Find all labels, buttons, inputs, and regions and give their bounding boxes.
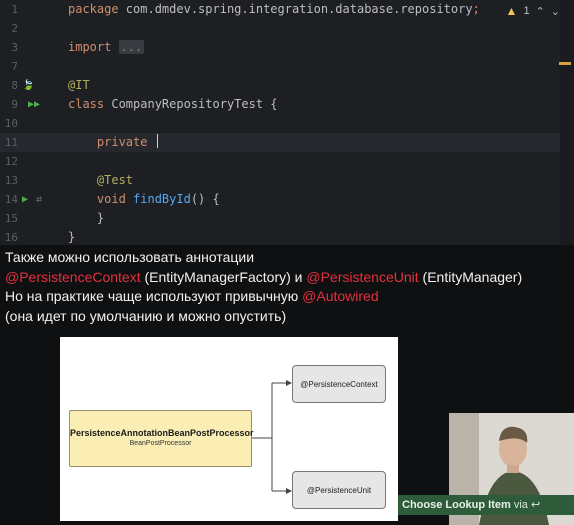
line-number[interactable]: 12 [0,152,18,171]
chevron-down-icon[interactable]: ⌄ [551,5,560,18]
line-number[interactable]: 10 [0,114,18,133]
code-token: findById [133,192,191,206]
code-editor[interactable]: 1 package com.dmdev.spring.integration.da… [0,0,574,245]
slide-line-3: Но на практике чаще используют привычную… [5,287,571,307]
warning-count: 1 [523,5,530,17]
enter-key-icon: ↩ [530,499,541,511]
code-line[interactable]: 15 } [0,209,560,228]
code-token: package [68,2,126,16]
code-text[interactable]: void findById() { [68,190,220,209]
code-token: ... [118,40,145,54]
line-number[interactable]: 11 [0,133,18,152]
code-line[interactable]: 2 [0,19,560,38]
text-caret [156,134,159,148]
code-text[interactable]: package com.dmdev.spring.integration.dat… [68,0,480,19]
code-text[interactable]: } [68,209,104,228]
code-token: } [68,230,76,244]
code-line[interactable]: 11 private [0,133,560,152]
bean-post-processor-box: PersistenceAnnotationBeanPostProcessor B… [69,410,254,467]
code-text[interactable]: class CompanyRepositoryTest { [68,95,278,114]
code-line[interactable]: 7 [0,57,560,76]
lookup-hint-text: via [510,499,531,511]
line-number[interactable]: 15 [0,209,18,228]
spring-bean-icon[interactable]: 🍃 [22,76,34,95]
navigate-icon[interactable]: ⇄ [36,190,42,209]
run-class-icon[interactable]: ▶▶ [28,95,40,114]
editor-scrollbar[interactable] [559,0,574,245]
run-test-icon[interactable]: ▶ [22,190,28,209]
code-line[interactable]: 9 class CompanyRepositoryTest { [0,95,560,114]
code-line[interactable]: 8 @IT [0,76,560,95]
slide-line-3-text: Но на практике чаще используют привычную [5,288,303,304]
autowired-annotation: @Autowired [302,288,379,304]
warning-stripe-marker[interactable] [559,62,571,65]
code-line[interactable]: 13 @Test [0,171,560,190]
inspection-widget[interactable]: ▲ 1 ⌃ ⌄ [506,4,560,18]
code-line[interactable]: 10 [0,114,560,133]
line-number[interactable]: 14 [0,190,18,209]
persistence-unit-annotation: @PersistenceUnit [306,268,419,285]
code-token: void [68,192,134,206]
slide-line-2-text-a: (EntityManagerFactory) и [140,268,307,285]
code-token: ; [472,2,480,16]
lookup-hint-bold: Choose Lookup Item [402,499,511,511]
code-token: () { [190,192,220,206]
persistence-context-box: @PersistenceContext [292,365,386,403]
code-token: CompanyRepositoryTest { [111,97,278,111]
code-text[interactable]: @Test [68,171,133,190]
code-token: @Test [68,173,134,187]
code-token: import [68,40,119,54]
code-token: @IT [68,78,90,92]
code-text[interactable]: import ... [68,38,145,57]
code-line[interactable]: 1 package com.dmdev.spring.integration.da… [0,0,560,19]
processor-title: PersistenceAnnotationBeanPostProcessor [70,428,254,438]
processor-diagram: PersistenceAnnotationBeanPostProcessor B… [60,337,398,521]
persistence-context-annotation: @PersistenceContext [5,268,141,285]
slide-line-2-text-b: (EntityManager) [418,268,523,285]
line-number[interactable]: 3 [0,38,18,57]
line-number[interactable]: 8 [0,76,18,95]
line-number[interactable]: 9 [0,95,18,114]
processor-subtitle: BeanPostProcessor [129,440,192,447]
slide-line-1: Также можно использовать аннотации [5,249,255,265]
chevron-up-icon[interactable]: ⌃ [536,5,545,18]
code-line[interactable]: 14 void findById() { [0,190,560,209]
code-token: private [68,135,155,149]
line-number[interactable]: 13 [0,171,18,190]
persistence-unit-box: @PersistenceUnit [292,471,386,509]
choose-lookup-item-hint[interactable]: Choose Lookup Item via ↩ [398,495,574,515]
line-number[interactable]: 7 [0,57,18,76]
code-line[interactable]: 3 import ... [0,38,560,57]
slide-line-4: (она идет по умолчанию и можно опустить) [5,307,287,324]
slide-line-2: @PersistenceContext (EntityManagerFactor… [5,268,571,288]
code-text[interactable]: private [68,133,159,152]
line-number[interactable]: 2 [0,19,18,38]
line-number[interactable]: 1 [0,0,18,19]
code-token: } [68,211,105,225]
code-line[interactable]: 12 [0,152,560,171]
code-text[interactable]: @IT [68,76,90,95]
warning-icon: ▲ [505,4,518,18]
code-token: class [68,97,112,111]
slide-text: Также можно использовать аннотации @Pers… [5,248,571,326]
code-token: com.dmdev.spring.integration.database.re… [125,2,473,16]
